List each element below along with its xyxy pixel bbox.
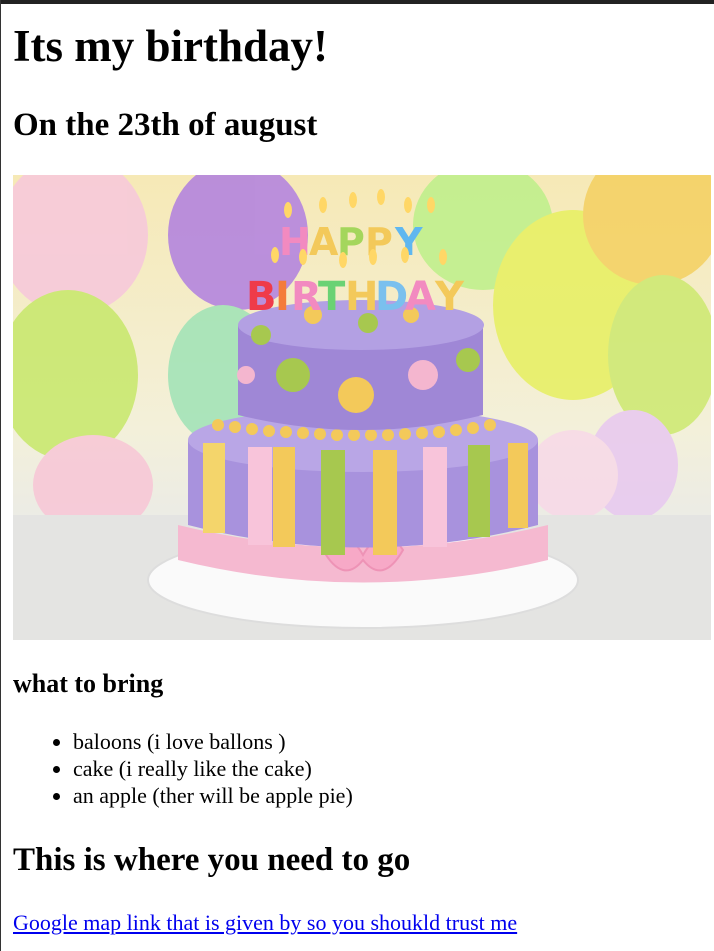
page-title: Its my birthday! <box>13 21 329 71</box>
what-to-bring-heading: what to bring <box>13 669 164 698</box>
candle-letters-birthday: B I R T H D A Y <box>246 274 465 320</box>
birthday-cake-illustration: H A P P Y B I R T H D A Y <box>13 175 711 640</box>
svg-text:A: A <box>405 274 436 320</box>
window-left-border <box>0 0 1 951</box>
svg-text:A: A <box>309 220 339 264</box>
list-item: cake (i really like the cake) <box>73 755 353 782</box>
google-map-link[interactable]: Google map link that is given by so you … <box>13 909 517 937</box>
svg-text:T: T <box>318 274 346 320</box>
list-item: an apple (ther will be apple pie) <box>73 782 353 809</box>
window-top-border <box>0 0 714 4</box>
birthday-cake-image: H A P P Y B I R T H D A Y <box>13 175 711 640</box>
page-subtitle: On the 23th of august <box>13 107 318 143</box>
list-item: baloons (i love ballons ) <box>73 728 353 755</box>
svg-text:B: B <box>246 274 277 320</box>
svg-text:Y: Y <box>434 274 465 320</box>
svg-text:D: D <box>375 274 408 320</box>
bring-list: baloons (i love ballons ) cake (i really… <box>13 728 353 809</box>
directions-heading: This is where you need to go <box>13 842 411 878</box>
svg-text:I: I <box>275 274 290 320</box>
svg-text:H: H <box>345 274 378 320</box>
